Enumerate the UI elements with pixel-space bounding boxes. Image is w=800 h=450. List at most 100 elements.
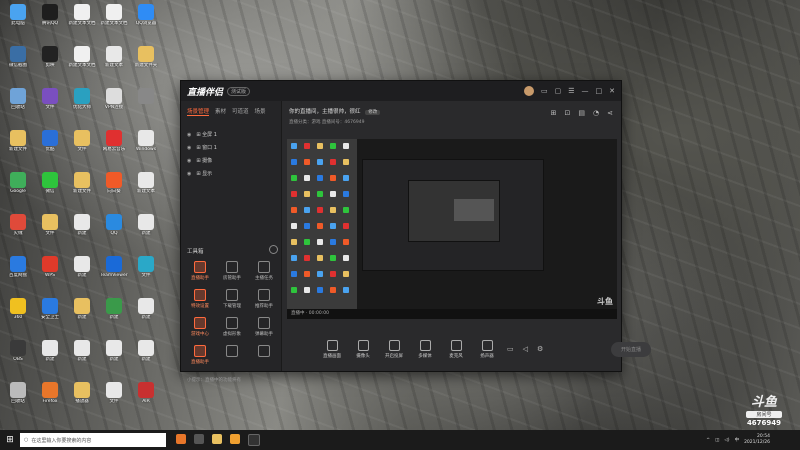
desktop-icon[interactable]: AIR <box>130 380 162 416</box>
link-icon[interactable]: ⋖ <box>607 109 613 117</box>
desktop-icon[interactable]: 网易云音乐 <box>98 128 130 164</box>
desktop-icon[interactable]: 新建文件 <box>2 128 34 164</box>
eye-icon[interactable]: ◉ <box>187 132 191 138</box>
desktop-icon[interactable]: 新建 <box>34 338 66 374</box>
tab-1[interactable]: 素材 <box>215 107 226 116</box>
chat-icon[interactable]: ▤ <box>578 109 585 117</box>
desktop-icon[interactable]: 微信 <box>34 170 66 206</box>
avatar[interactable] <box>523 86 534 96</box>
preview-area[interactable]: 斗鱼 直播中 · 00:00:00 <box>287 139 617 319</box>
desktop-icon[interactable]: 新建文本文档 <box>66 2 98 38</box>
desktop-icon[interactable]: 新建 <box>66 296 98 332</box>
control-button[interactable]: 开启投屏 <box>383 339 405 359</box>
desktop-icon[interactable]: 新建 <box>66 338 98 374</box>
desktop-icon[interactable]: 新建 <box>130 296 162 332</box>
desktop-icon[interactable]: 新建 <box>98 296 130 332</box>
desktop-icon[interactable]: 微信截图 <box>2 44 34 80</box>
desktop-icon[interactable]: OBS <box>2 338 34 374</box>
app-icon[interactable] <box>230 434 240 444</box>
desktop-icon[interactable]: Google <box>2 170 34 206</box>
maximize-icon[interactable]: □ <box>596 87 603 95</box>
desktop-icon[interactable]: 文件 <box>34 86 66 122</box>
toolbox-item[interactable]: 弹幕助手 <box>249 317 279 337</box>
toolbox-item[interactable]: 直播助手 <box>185 345 215 365</box>
lock-icon[interactable]: ⊡ <box>565 109 571 117</box>
desktop-icon[interactable]: 新建文本 <box>98 44 130 80</box>
bell-icon[interactable]: ◔ <box>593 109 599 117</box>
desktop-icon[interactable]: 新建文件夹 <box>130 44 162 80</box>
share-icon[interactable]: ⊞ <box>551 109 557 117</box>
clock[interactable]: 20:54 2021/12/26 <box>744 434 770 446</box>
desktop-icon[interactable]: 文件 <box>66 128 98 164</box>
toolbox-item[interactable]: 主播任务 <box>249 261 279 281</box>
edit-title-button[interactable]: 修改 <box>365 110 381 115</box>
desktop-icon[interactable]: 新建文件 <box>66 170 98 206</box>
desktop-icon[interactable]: 百度网盘 <box>2 254 34 290</box>
toolbox-settings-icon[interactable] <box>269 245 278 254</box>
desktop-icon[interactable]: 新建文本文档 <box>66 44 98 80</box>
eye-icon[interactable]: ◉ <box>187 171 191 177</box>
desktop-icon[interactable]: 新建文本 <box>130 170 162 206</box>
toolbox-item[interactable]: 直播助手 <box>185 261 215 281</box>
terminal-icon[interactable] <box>248 434 260 446</box>
scene-item[interactable]: ◉ ⊞ 全屏 1 <box>181 128 281 141</box>
desktop-icon[interactable]: Firefox <box>34 380 66 416</box>
scene-item[interactable]: ◉ ⊞ 窗口 1 <box>181 141 281 154</box>
toolbox-item[interactable]: 游戏中心 <box>185 317 215 337</box>
windows-icon[interactable]: ⊞ <box>0 435 20 445</box>
desktop-icon[interactable]: 腾讯QQ <box>34 2 66 38</box>
toolbox-item[interactable] <box>217 345 247 359</box>
calculator-icon[interactable] <box>194 434 204 444</box>
settings-icon[interactable]: ☰ <box>568 87 574 95</box>
search-input[interactable]: ○ 在这里输入你要搜索的内容 <box>20 433 166 447</box>
tab-2[interactable]: 可道道 <box>232 107 249 116</box>
desktop-icon[interactable]: 新建文本文档 <box>98 2 130 38</box>
desktop-icon[interactable]: 回收站 <box>2 380 34 416</box>
camera-icon[interactable]: ▭ <box>507 345 514 353</box>
desktop-icon[interactable]: QQ浏览器 <box>130 2 162 38</box>
desktop-icon[interactable]: 新建 <box>130 338 162 374</box>
desktop-icon[interactable]: 文件 <box>130 254 162 290</box>
close-icon[interactable]: ✕ <box>609 87 615 95</box>
firefox-icon[interactable] <box>176 434 186 444</box>
audio-icon[interactable]: ◁ <box>523 345 528 353</box>
eye-icon[interactable]: ◉ <box>187 158 191 164</box>
toolbox-item[interactable]: 虚拟形象 <box>217 317 247 337</box>
folder-icon[interactable] <box>212 434 222 444</box>
control-button[interactable]: 扬声器 <box>476 339 498 359</box>
desktop-icon[interactable]: TeamViewer <box>98 254 130 290</box>
desktop-icon[interactable]: QQ <box>98 212 130 248</box>
toolbox-item[interactable] <box>249 345 279 359</box>
tray-arrow-icon[interactable]: ^ <box>706 438 710 443</box>
desktop-icon[interactable]: 火绒 <box>2 212 34 248</box>
desktop-icon[interactable]: 向日葵 <box>98 170 130 206</box>
scene-item[interactable]: ◉ ⊞ 摄像 <box>181 154 281 167</box>
desktop-icon[interactable]: 安全卫士 <box>34 296 66 332</box>
toolbox-item[interactable]: 推荐助手 <box>249 289 279 309</box>
message-icon[interactable]: ▭ <box>541 87 548 95</box>
desktop-icon[interactable]: 此电脑 <box>2 2 34 38</box>
control-button[interactable]: 直播画面 <box>321 339 343 359</box>
desktop-icon[interactable]: 剪映 <box>34 44 66 80</box>
minimize-icon[interactable]: — <box>582 87 589 95</box>
desktop-icon[interactable]: WPS <box>34 254 66 290</box>
gear-icon[interactable]: ⚙ <box>537 345 543 353</box>
toolbox-item[interactable]: 下载管理 <box>217 289 247 309</box>
desktop-icon[interactable]: Windows <box>130 128 162 164</box>
desktop-icon[interactable]: 360 <box>2 296 34 332</box>
desktop-icon[interactable]: VPN连接 <box>98 86 130 122</box>
desktop-icon[interactable]: 回收站 <box>2 86 34 122</box>
go-live-button[interactable]: 开始直播 <box>610 341 651 357</box>
desktop-icon[interactable]: 文件 <box>98 380 130 416</box>
control-button[interactable]: 麦克风 <box>445 339 467 359</box>
desktop-icon[interactable]: 文件 <box>34 212 66 248</box>
eye-icon[interactable]: ◉ <box>187 145 191 151</box>
toolbox-item[interactable]: 特效设置 <box>185 289 215 309</box>
desktop-icon[interactable]: 新建 <box>66 254 98 290</box>
ime-icon[interactable]: 中 <box>735 437 740 443</box>
gift-icon[interactable]: ▢ <box>555 87 562 95</box>
control-button[interactable]: 摄像头 <box>352 339 374 359</box>
desktop-icon[interactable]: 优酷 <box>34 128 66 164</box>
desktop-icon[interactable]: 优化大师 <box>66 86 98 122</box>
desktop-icon[interactable]: 新建 <box>98 338 130 374</box>
